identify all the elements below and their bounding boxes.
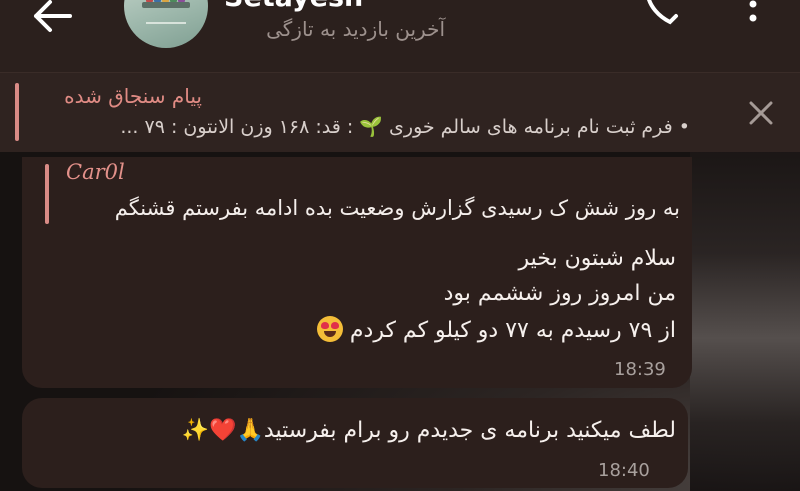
message-line: من امروز روز ششمم بود <box>443 281 676 306</box>
call-button[interactable] <box>636 0 686 30</box>
last-seen-status: آخرین بازدید به تازگی <box>266 17 445 41</box>
reply-author: Car0l <box>66 160 125 184</box>
chat-title[interactable]: Setayesh <box>224 0 454 13</box>
message-time: 18:39 <box>614 359 666 380</box>
message-line-text: از ۷۹ رسیدم به ۷۷ دو کیلو کم کردم <box>349 318 676 343</box>
message-bubble[interactable] <box>22 398 688 488</box>
arrow-left-icon <box>34 0 72 32</box>
wallpaper-photo <box>690 152 800 491</box>
pinned-title: پیام سنجاق شده <box>64 84 202 108</box>
back-button[interactable] <box>28 0 78 36</box>
avatar[interactable] <box>124 0 208 48</box>
pray-heart-sparkles-emoji: 🙏❤️✨ <box>181 418 264 443</box>
phone-icon <box>647 0 678 25</box>
message-text: لطف میکنید برنامه ی جدیدم رو برام بفرستی… <box>263 418 676 443</box>
pinned-message[interactable]: پیام سنجاق شده • فرم ثبت نام برنامه های … <box>0 72 800 152</box>
pinned-accent-bar <box>15 83 19 141</box>
more-options-button[interactable] <box>738 0 768 32</box>
message-line: سلام شبتون بخیر <box>518 246 676 271</box>
heart-eyes-emoji-icon <box>316 316 343 342</box>
reply-quote[interactable]: به روز شش ک رسیدی گزارش وضعیت بده ادامه … <box>60 196 680 220</box>
message-line-with-emoji: از ۷۹ رسیدم به ۷۷ دو کیلو کم کردم <box>36 316 676 343</box>
close-pinned-button[interactable] <box>744 96 778 130</box>
close-icon <box>749 101 773 125</box>
chat-header: Setayesh آخرین بازدید به تازگی <box>0 0 800 72</box>
more-vertical-icon <box>749 0 757 22</box>
message-text-with-emoji: لطف میکنید برنامه ی جدیدم رو برام بفرستی… <box>30 418 676 443</box>
message-bubble[interactable] <box>22 157 692 388</box>
pinned-text: • فرم ثبت نام برنامه های سالم خوری 🌱 : ق… <box>120 116 690 138</box>
message-time: 18:40 <box>598 460 650 481</box>
reply-accent-bar <box>45 164 49 224</box>
